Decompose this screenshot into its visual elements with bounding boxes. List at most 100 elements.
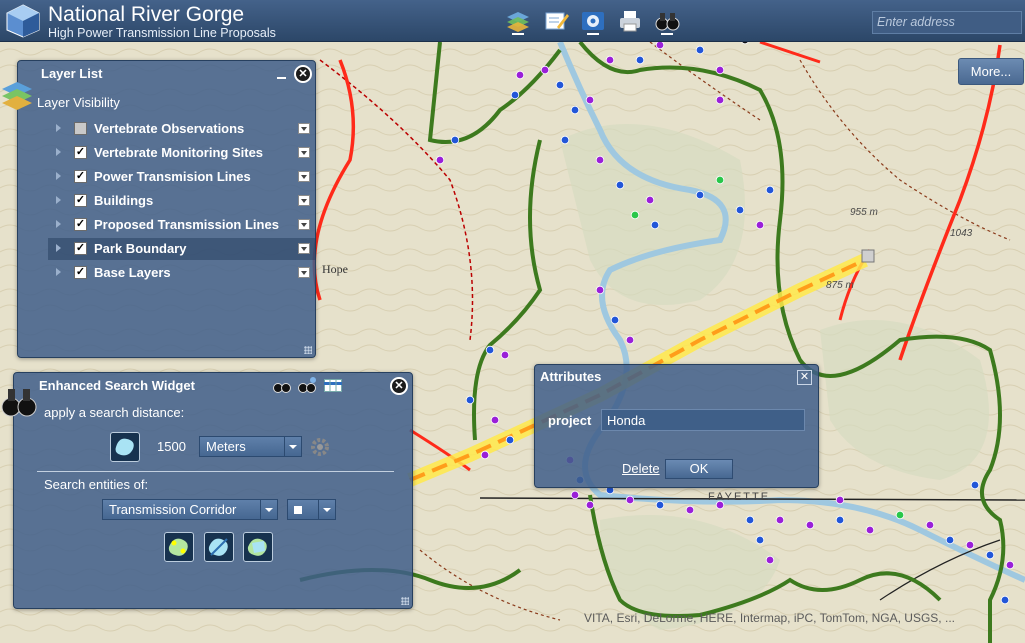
layer-item[interactable]: ✓ Base Layers: [48, 262, 316, 284]
ok-button[interactable]: OK: [665, 459, 733, 479]
entity-select[interactable]: Transmission Corridor: [102, 499, 278, 520]
geometry-select[interactable]: [287, 499, 336, 520]
observation-point[interactable]: [480, 450, 490, 460]
observation-point[interactable]: [650, 220, 660, 230]
observation-point[interactable]: [560, 135, 570, 145]
observation-point[interactable]: [895, 510, 905, 520]
observation-point[interactable]: [755, 535, 765, 545]
layer-options-dropdown[interactable]: [298, 219, 310, 230]
observation-point[interactable]: [835, 515, 845, 525]
expand-arrow-icon[interactable]: [56, 172, 61, 180]
observation-point[interactable]: [435, 155, 445, 165]
settings-icon[interactable]: [580, 8, 606, 34]
observation-point[interactable]: [595, 285, 605, 295]
observation-point[interactable]: [490, 415, 500, 425]
print-icon[interactable]: [617, 8, 643, 34]
observation-point[interactable]: [985, 550, 995, 560]
table-icon[interactable]: [324, 379, 342, 392]
layer-options-dropdown[interactable]: [298, 147, 310, 158]
resize-handle[interactable]: [401, 597, 409, 605]
binoculars-icon[interactable]: [654, 8, 680, 34]
expand-arrow-icon[interactable]: [56, 148, 61, 156]
expand-arrow-icon[interactable]: [56, 196, 61, 204]
observation-point[interactable]: [775, 515, 785, 525]
delete-button[interactable]: Delete: [622, 461, 660, 476]
layer-item[interactable]: ✓ Power Transmision Lines: [48, 166, 316, 188]
layers-icon[interactable]: [505, 8, 531, 34]
layer-visibility-checkbox[interactable]: [74, 122, 87, 135]
observation-point[interactable]: [540, 65, 550, 75]
observation-point[interactable]: [630, 210, 640, 220]
observation-point[interactable]: [765, 185, 775, 195]
layer-visibility-checkbox[interactable]: ✓: [74, 266, 87, 279]
observation-point[interactable]: [645, 195, 655, 205]
observation-point[interactable]: [865, 525, 875, 535]
layer-visibility-checkbox[interactable]: ✓: [74, 170, 87, 183]
observation-point[interactable]: [965, 540, 975, 550]
expand-arrow-icon[interactable]: [56, 268, 61, 276]
unit-select[interactable]: Meters: [199, 436, 302, 457]
observation-point[interactable]: [755, 220, 765, 230]
layer-visibility-checkbox[interactable]: ✓: [74, 146, 87, 159]
observation-point[interactable]: [765, 555, 775, 565]
layer-item[interactable]: ✓ Buildings: [48, 190, 316, 212]
observation-point[interactable]: [465, 395, 475, 405]
observation-point[interactable]: [505, 435, 515, 445]
observation-point[interactable]: [925, 520, 935, 530]
observation-point[interactable]: [685, 505, 695, 515]
layer-item[interactable]: ✓ Park Boundary: [48, 238, 316, 260]
close-button[interactable]: ✕: [294, 65, 312, 83]
observation-point[interactable]: [715, 95, 725, 105]
observation-point[interactable]: [570, 105, 580, 115]
layer-item[interactable]: Vertebrate Observations: [48, 118, 316, 140]
layer-options-dropdown[interactable]: [298, 267, 310, 278]
layer-options-dropdown[interactable]: [298, 171, 310, 182]
observation-point[interactable]: [1000, 595, 1010, 605]
observation-point[interactable]: [625, 335, 635, 345]
observation-point[interactable]: [595, 155, 605, 165]
resize-handle[interactable]: [304, 346, 312, 354]
address-search-input[interactable]: Enter address: [872, 11, 1022, 34]
observation-point[interactable]: [695, 190, 705, 200]
line-search-icon[interactable]: [204, 532, 234, 562]
expand-arrow-icon[interactable]: [56, 244, 61, 252]
gear-icon[interactable]: [309, 436, 331, 458]
layer-item[interactable]: ✓ Vertebrate Monitoring Sites: [48, 142, 316, 164]
expand-arrow-icon[interactable]: [56, 124, 61, 132]
observation-point[interactable]: [555, 80, 565, 90]
observation-point[interactable]: [500, 350, 510, 360]
observation-point[interactable]: [735, 205, 745, 215]
polygon-search-icon[interactable]: [243, 532, 273, 562]
observation-point[interactable]: [655, 500, 665, 510]
observation-point[interactable]: [1005, 560, 1015, 570]
observation-point[interactable]: [450, 135, 460, 145]
layer-visibility-checkbox[interactable]: ✓: [74, 194, 87, 207]
close-button[interactable]: ✕: [390, 377, 408, 395]
observation-point[interactable]: [610, 315, 620, 325]
binoculars-icon[interactable]: [272, 376, 292, 394]
observation-point[interactable]: [945, 535, 955, 545]
more-button[interactable]: More...: [958, 58, 1024, 85]
layer-options-dropdown[interactable]: [298, 123, 310, 134]
observation-point[interactable]: [585, 95, 595, 105]
distance-value[interactable]: 1500: [157, 439, 186, 454]
observation-point[interactable]: [835, 495, 845, 505]
layer-options-dropdown[interactable]: [298, 243, 310, 254]
layer-visibility-checkbox[interactable]: ✓: [74, 218, 87, 231]
observation-point[interactable]: [605, 55, 615, 65]
edit-icon[interactable]: [543, 8, 569, 34]
observation-point[interactable]: [715, 175, 725, 185]
observation-point[interactable]: [655, 40, 665, 50]
observation-point[interactable]: [635, 55, 645, 65]
observation-point[interactable]: [625, 495, 635, 505]
observation-point[interactable]: [585, 500, 595, 510]
observation-point[interactable]: [715, 65, 725, 75]
layer-options-dropdown[interactable]: [298, 195, 310, 206]
observation-point[interactable]: [615, 180, 625, 190]
observation-point[interactable]: [695, 45, 705, 55]
buffer-shape-icon[interactable]: [110, 432, 140, 462]
close-button[interactable]: ✕: [797, 370, 812, 385]
expand-arrow-icon[interactable]: [56, 220, 61, 228]
minimize-button[interactable]: [277, 77, 286, 79]
binoculars-settings-icon[interactable]: [297, 376, 317, 394]
